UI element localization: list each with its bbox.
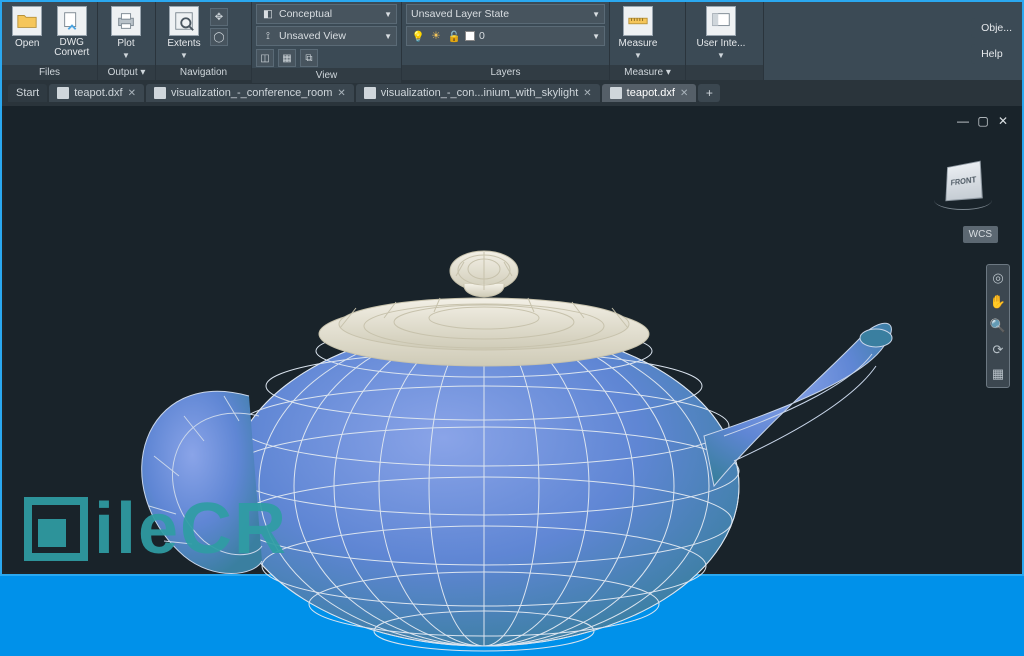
close-tab-icon[interactable]: ✕: [337, 88, 345, 99]
showmotion-icon[interactable]: ▦: [989, 365, 1007, 383]
doc-tab[interactable]: visualization_-_conference_room ✕: [146, 84, 354, 102]
chevron-down-icon: ▼: [384, 32, 392, 41]
zoom-extents-button[interactable]: Extents ▼: [160, 4, 208, 60]
zoom-extents-icon: [169, 6, 199, 36]
viewport-config-icon[interactable]: ▦: [278, 49, 296, 67]
navigation-panel-title: Navigation: [156, 65, 251, 80]
measure-panel-title[interactable]: Measure ▾: [610, 65, 685, 80]
visual-style-value: Conceptual: [279, 8, 332, 20]
document-tab-bar: Start teapot.dxf ✕ visualization_-_confe…: [2, 80, 1022, 106]
orbit-icon[interactable]: ◯: [210, 28, 228, 46]
wcs-button[interactable]: WCS: [963, 226, 998, 243]
compass-ring[interactable]: [934, 190, 992, 210]
measure-button[interactable]: Measure ▼: [614, 4, 662, 60]
watermark-text: ileCR: [94, 488, 288, 570]
view-manager-icon[interactable]: ◫: [256, 49, 274, 67]
folder-open-icon: [12, 6, 42, 36]
lock-open-icon: 🔓: [447, 29, 461, 43]
close-viewport-icon[interactable]: ✕: [996, 114, 1010, 128]
chevron-down-icon: ▼: [634, 51, 642, 60]
ruler-icon: [623, 6, 653, 36]
named-views-icon[interactable]: ⧉: [300, 49, 318, 67]
navigation-bar: ◎ ✋ 🔍 ⟳ ▦: [986, 264, 1010, 388]
user-interface-button[interactable]: User Inte... ▼: [690, 4, 752, 60]
files-panel-title: Files: [2, 65, 97, 80]
layer-state-value: Unsaved Layer State: [411, 8, 509, 20]
view-cube[interactable]: FRONT: [928, 156, 998, 211]
extents-label: Extents: [167, 38, 200, 49]
dwg-convert-label: DWG Convert: [54, 38, 89, 58]
close-tab-icon[interactable]: ✕: [128, 88, 136, 99]
doc-tab[interactable]: teapot.dxf ✕: [49, 84, 144, 102]
file-icon: [610, 87, 622, 99]
file-icon: [364, 87, 376, 99]
dwg-convert-button[interactable]: DWG Convert: [51, 4, 94, 58]
chevron-down-icon: ▼: [717, 51, 725, 60]
start-tab-label: Start: [16, 87, 39, 99]
close-tab-icon[interactable]: ✕: [583, 88, 591, 99]
doc-tab-label: visualization_-_conference_room: [171, 87, 332, 99]
layers-panel-title: Layers: [402, 65, 609, 80]
start-tab[interactable]: Start: [8, 84, 47, 102]
lightbulb-icon: 💡: [411, 29, 425, 43]
measure-label: Measure: [619, 38, 658, 49]
visual-style-icon: ◧: [261, 7, 275, 21]
layer-color-swatch: [465, 31, 475, 41]
chevron-down-icon: ▼: [384, 10, 392, 19]
maximize-viewport-icon[interactable]: ▢: [976, 114, 990, 128]
pan-icon[interactable]: ✥: [210, 8, 228, 26]
current-layer-dropdown[interactable]: 💡 ☀ 🔓 0 ▼: [406, 26, 605, 46]
close-tab-icon[interactable]: ✕: [680, 88, 688, 99]
doc-tab-label: visualization_-_con...inium_with_skyligh…: [381, 87, 578, 99]
plot-button[interactable]: Plot ▼: [102, 4, 150, 60]
file-icon: [57, 87, 69, 99]
orbit-tool-icon[interactable]: ⟳: [989, 341, 1007, 359]
chevron-down-icon: ▼: [122, 51, 130, 60]
view-panel-title: View: [252, 68, 401, 83]
model-viewport[interactable]: — ▢ ✕ FRONT WCS ◎ ✋ 🔍 ⟳ ▦: [4, 106, 1020, 572]
doc-tab-label: teapot.dxf: [74, 87, 122, 99]
help-panel-button[interactable]: Help: [971, 44, 1022, 64]
teapot-model: [64, 226, 924, 656]
file-icon: [154, 87, 166, 99]
ui-layout-icon: [706, 6, 736, 36]
output-panel-title[interactable]: Output ▾: [98, 65, 155, 80]
chevron-down-icon: ▼: [592, 32, 600, 41]
open-button[interactable]: Open: [6, 4, 49, 49]
chevron-down-icon: ▼: [592, 10, 600, 19]
object-panel-button[interactable]: Obje...: [971, 18, 1022, 38]
doc-tab-label: teapot.dxf: [627, 87, 675, 99]
chevron-down-icon: ▼: [180, 51, 188, 60]
visual-style-dropdown[interactable]: ◧ Conceptual ▼: [256, 4, 397, 24]
ui-panel-title: [686, 65, 763, 80]
view-icon: ⟟: [261, 29, 275, 43]
full-nav-wheel-icon[interactable]: ◎: [989, 269, 1007, 287]
doc-tab[interactable]: visualization_-_con...inium_with_skyligh…: [356, 84, 600, 102]
watermark-logo-icon: [24, 497, 88, 561]
user-interface-label: User Inte...: [697, 38, 746, 49]
doc-tab-active[interactable]: teapot.dxf ✕: [602, 84, 697, 102]
minimize-viewport-icon[interactable]: —: [956, 114, 970, 128]
zoom-tool-icon[interactable]: 🔍: [989, 317, 1007, 335]
new-tab-button[interactable]: +: [698, 84, 720, 102]
ribbon: Open DWG Convert Files Plot ▼ Output ▾: [2, 2, 1022, 80]
dwg-convert-icon: [57, 6, 87, 36]
plot-label: Plot: [117, 38, 134, 49]
pan-tool-icon[interactable]: ✋: [989, 293, 1007, 311]
saved-view-dropdown[interactable]: ⟟ Unsaved View ▼: [256, 26, 397, 46]
layer-state-dropdown[interactable]: Unsaved Layer State ▼: [406, 4, 605, 24]
open-label: Open: [15, 38, 39, 49]
sun-icon: ☀: [429, 29, 443, 43]
watermark: ileCR: [24, 488, 288, 570]
saved-view-value: Unsaved View: [279, 30, 346, 42]
current-layer-value: 0: [479, 30, 485, 42]
printer-icon: [111, 6, 141, 36]
